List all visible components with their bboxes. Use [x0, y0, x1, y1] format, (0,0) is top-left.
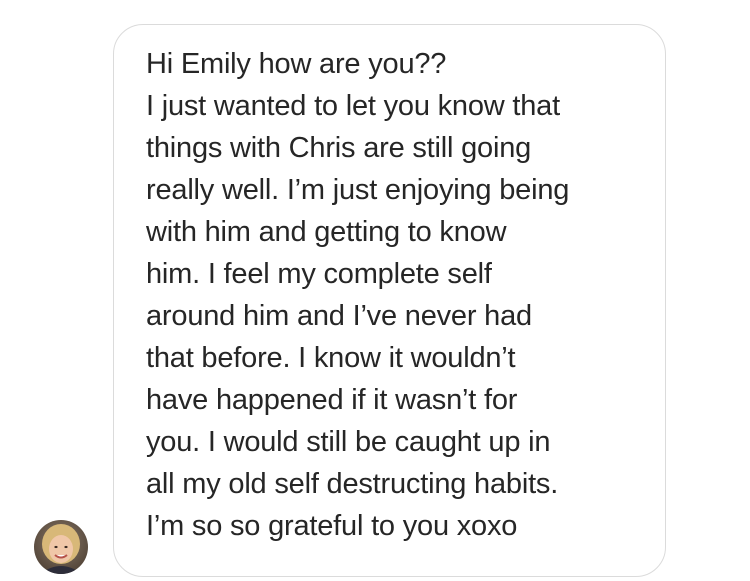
- message-line: around him and I’ve never had: [146, 300, 532, 332]
- profile-photo-icon: [34, 520, 88, 574]
- message-line: that before. I know it wouldn’t: [146, 342, 516, 374]
- message-line: really well. I’m just enjoying being: [146, 174, 570, 206]
- message-line: you. I would still be caught up in: [146, 426, 551, 458]
- message-line: have happened if it wasn’t for: [146, 384, 518, 416]
- message-line: I just wanted to let you know that: [146, 90, 560, 122]
- message-thread: Hi Emily how are you?? I just wanted to …: [0, 0, 750, 581]
- message-line: things with Chris are still going: [146, 132, 532, 164]
- message-line: with him and getting to know: [146, 216, 507, 248]
- received-message-bubble[interactable]: Hi Emily how are you?? I just wanted to …: [113, 24, 666, 577]
- message-line: I’m so so grateful to you xoxo: [146, 510, 518, 542]
- message-line: all my old self destructing habits.: [146, 468, 559, 500]
- message-line: Hi Emily how are you??: [146, 48, 447, 80]
- sender-avatar[interactable]: [34, 520, 88, 574]
- message-line: him. I feel my complete self: [146, 258, 492, 290]
